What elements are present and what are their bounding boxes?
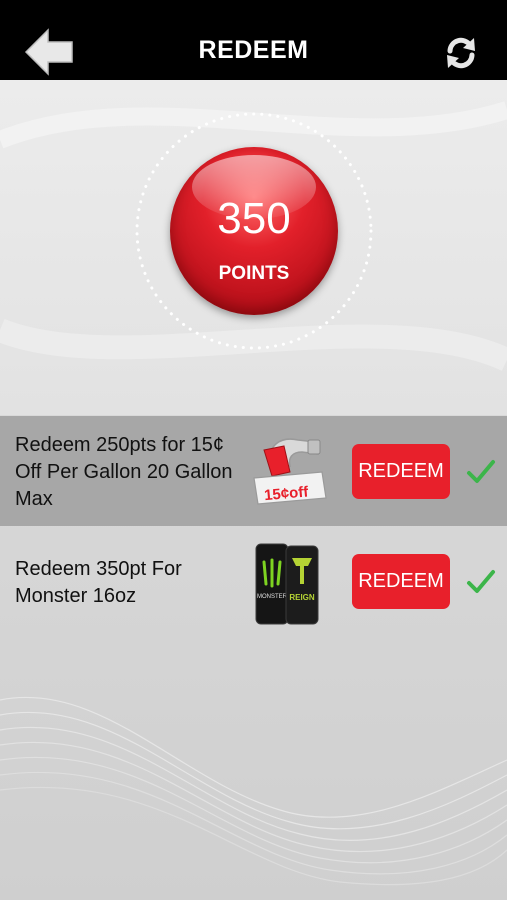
back-button[interactable]	[22, 26, 76, 78]
refresh-icon	[447, 37, 475, 69]
back-arrow-icon	[24, 28, 73, 76]
offer-row-monster: Redeem 350pt For Monster 16oz MONSTER RE…	[0, 526, 507, 636]
points-label: POINTS	[218, 263, 290, 284]
top-bar: REDEEM	[0, 0, 507, 80]
redeem-button[interactable]: REDEEM	[352, 444, 450, 499]
check-icon	[467, 570, 495, 593]
can-label: REIGN	[289, 593, 315, 602]
offer-description: Redeem 250pts for 15¢ Off Per Gallon 20 …	[15, 434, 233, 510]
gas-pump-nozzle-image: 15¢off	[253, 438, 327, 505]
points-badge: 350 POINTS	[170, 147, 338, 315]
refresh-button[interactable]	[442, 34, 480, 72]
monster-cans-image: MONSTER REIGN	[255, 543, 319, 625]
offer-row-gas-discount: Redeem 250pts for 15¢ Off Per Gallon 20 …	[0, 416, 507, 526]
check-icon	[467, 460, 495, 483]
offer-description: Redeem 350pt For Monster 16oz	[15, 558, 182, 607]
can-label: MONSTER	[257, 594, 288, 600]
points-value: 350	[217, 194, 291, 243]
background-waves	[0, 696, 507, 886]
redeem-button[interactable]: REDEEM	[352, 554, 450, 609]
discount-label: 15¢off	[263, 483, 309, 504]
